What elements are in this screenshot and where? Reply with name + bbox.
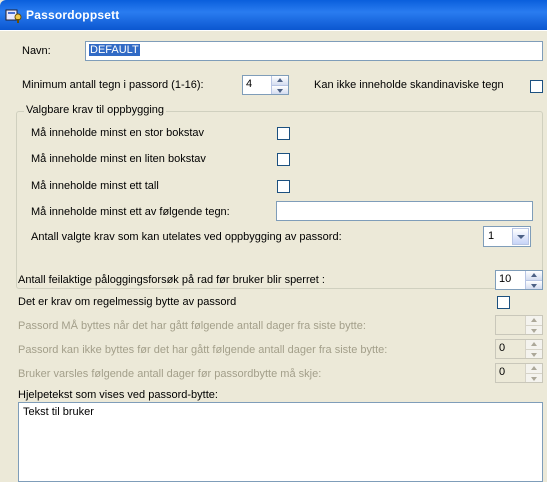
arrow-down-icon: [531, 376, 537, 381]
spin-up-button[interactable]: [525, 271, 542, 280]
spin-up-button[interactable]: [525, 340, 542, 349]
arrow-down-icon: [531, 283, 537, 288]
special-chars-label: Må inneholde minst ett av følgende tegn:: [31, 206, 230, 218]
regular-change-label: Det er krav om regelmessig bytte av pass…: [18, 296, 237, 308]
min-length-value: 4: [246, 78, 253, 90]
help-text-area[interactable]: Tekst til bruker: [18, 402, 543, 482]
cannot-change-days-label: Passord kan ikke byttes før det har gått…: [18, 344, 388, 356]
spin-down-button[interactable]: [525, 279, 542, 289]
cannot-change-spin-buttons: [525, 340, 542, 358]
dropdown-button[interactable]: [512, 228, 529, 245]
lockout-spin-buttons: [525, 271, 542, 289]
must-change-days-label: Passord MÅ byttes når det har gått følge…: [18, 320, 366, 332]
arrow-up-icon: [531, 342, 537, 346]
must-change-days-spinner[interactable]: [495, 315, 543, 335]
no-scandinavian-checkbox[interactable]: [530, 80, 543, 93]
arrow-down-icon: [277, 88, 283, 93]
cannot-change-days-value: 0: [499, 342, 506, 354]
arrow-up-icon: [531, 318, 537, 322]
lockout-value: 10: [499, 273, 512, 285]
cannot-change-days-spinner[interactable]: 0: [495, 339, 543, 359]
arrow-up-icon: [531, 366, 537, 370]
warn-days-spinner[interactable]: 0: [495, 363, 543, 383]
password-settings-panel: Navn: DEFAULT Minimum antall tegn i pass…: [0, 30, 547, 482]
security-key-icon: [5, 9, 22, 23]
min-length-spinner[interactable]: 4: [242, 75, 289, 95]
lowercase-checkbox[interactable]: [277, 153, 290, 166]
spin-up-button[interactable]: [525, 364, 542, 373]
name-field[interactable]: DEFAULT: [85, 41, 543, 61]
lockout-label: Antall feilaktige påloggingsforsøk på ra…: [18, 274, 325, 286]
min-length-label: Minimum antall tegn i passord (1-16):: [22, 79, 204, 91]
digit-label: Må inneholde minst ett tall: [31, 180, 159, 192]
spin-down-button[interactable]: [525, 324, 542, 334]
spin-up-button[interactable]: [271, 76, 288, 85]
spin-down-button[interactable]: [271, 84, 288, 94]
requirements-group-title: Valgbare krav til oppbygging: [24, 104, 166, 116]
name-label: Navn:: [22, 45, 51, 57]
skippable-label: Antall valgte krav som kan utelates ved …: [31, 231, 342, 243]
digit-checkbox[interactable]: [277, 180, 290, 193]
help-text-label: Hjelpetekst som vises ved passord-bytte:: [18, 389, 218, 401]
help-text-value: Tekst til bruker: [23, 406, 94, 418]
arrow-down-icon: [531, 352, 537, 357]
warn-days-spin-buttons: [525, 364, 542, 382]
lowercase-label: Må inneholde minst en liten bokstav: [31, 153, 206, 165]
window-title: Passordoppsett: [26, 8, 120, 22]
arrow-down-icon: [531, 328, 537, 333]
warn-days-value: 0: [499, 366, 506, 378]
must-change-spin-buttons: [525, 316, 542, 334]
no-scandinavian-label: Kan ikke inneholde skandinaviske tegn: [314, 79, 504, 91]
arrow-up-icon: [531, 273, 537, 277]
uppercase-checkbox[interactable]: [277, 127, 290, 140]
regular-change-checkbox[interactable]: [497, 296, 510, 309]
warn-days-label: Bruker varsles følgende antall dager før…: [18, 368, 322, 380]
window-titlebar[interactable]: Passordoppsett: [0, 0, 547, 30]
min-length-spin-buttons: [271, 76, 288, 94]
lockout-spinner[interactable]: 10: [495, 270, 543, 290]
spin-down-button[interactable]: [525, 372, 542, 382]
uppercase-label: Må inneholde minst en stor bokstav: [31, 127, 205, 139]
skippable-value: 1: [488, 230, 495, 242]
skippable-dropdown[interactable]: 1: [483, 226, 531, 247]
chevron-down-icon: [517, 235, 525, 239]
spin-down-button[interactable]: [525, 348, 542, 358]
arrow-up-icon: [277, 78, 283, 82]
name-value: DEFAULT: [89, 44, 140, 56]
spin-up-button[interactable]: [525, 316, 542, 325]
special-chars-field[interactable]: [276, 201, 533, 221]
